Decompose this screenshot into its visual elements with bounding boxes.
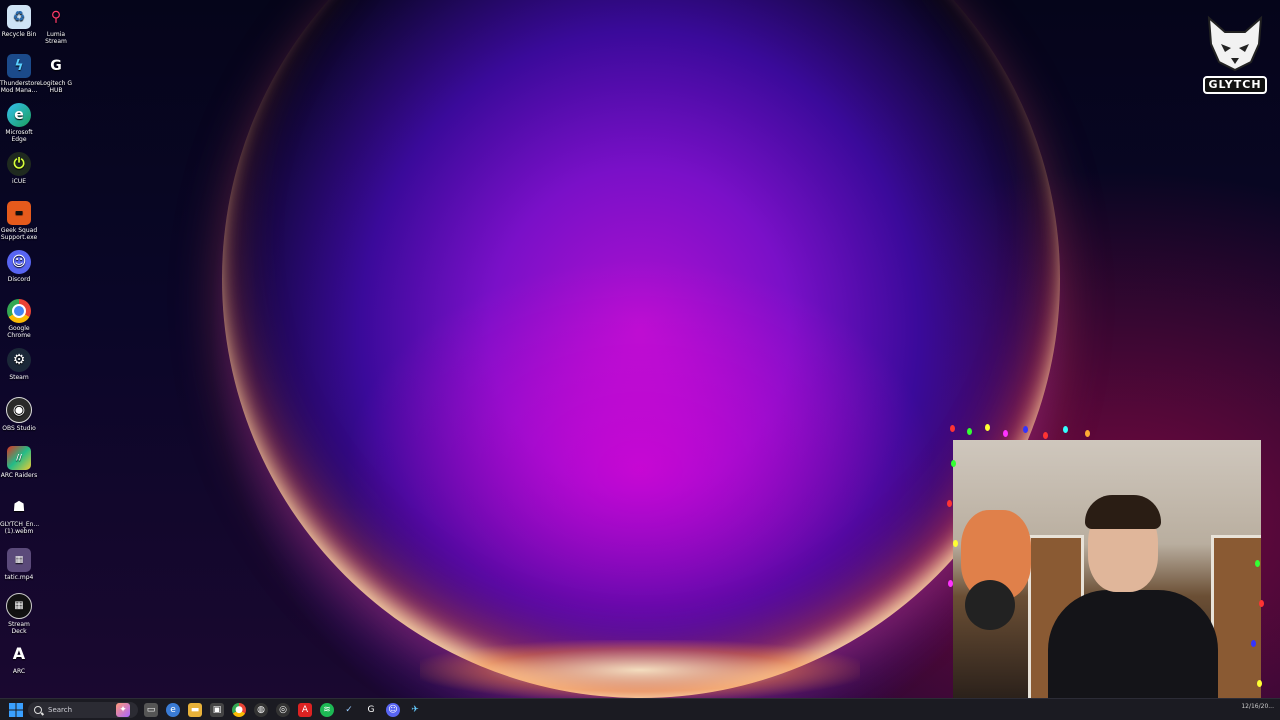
desktop-icon-label: Lumia Stream: [45, 31, 67, 45]
folder-icon[interactable]: ▬: [188, 703, 202, 717]
webcam-overlay: [953, 440, 1261, 700]
desktop-icon-chrome[interactable]: Google Chrome: [0, 299, 38, 339]
desktop-icon-recycle-bin[interactable]: ♻ Recycle Bin: [0, 5, 38, 38]
search-icon: [34, 706, 42, 714]
desktop-icon-label: Thunderstore Mod Mana...: [0, 80, 41, 94]
desktop-icon-label: Google Chrome: [7, 325, 31, 339]
desktop-icon-geek-squad[interactable]: ▬ Geek Squad Support.exe: [0, 201, 38, 241]
store-icon[interactable]: ▣: [210, 703, 224, 717]
desktop-icon-arc-raiders[interactable]: // ARC Raiders: [0, 446, 38, 479]
steam-icon: ⚙: [7, 348, 31, 372]
discord-icon: ☺: [7, 250, 31, 274]
desktop-icon-steam[interactable]: ⚙ Steam: [0, 348, 38, 381]
logitech-g-hub-icon: G: [50, 58, 62, 74]
chrome-taskbar-icon[interactable]: ●: [232, 703, 246, 717]
logo-wordmark: GLYTCH: [1203, 76, 1267, 94]
desktop-icon-thunderstore[interactable]: ϟ Thunderstore Mod Mana...: [0, 54, 41, 94]
app-icon-3[interactable]: ✈: [408, 703, 422, 717]
desktop-icon-label: Microsoft Edge: [5, 129, 33, 143]
recycle-bin-icon: ♻: [7, 5, 31, 29]
taskbar: Search ✦ ▭ e ▬ ▣ ● ◍ ◎ A ≋ ✓ G ☺ ✈ 12/16…: [0, 698, 1280, 720]
desktop-icon-label: GLYTCH_En... (1).webm: [0, 521, 40, 535]
steam-taskbar-icon[interactable]: ✓: [342, 703, 356, 717]
edge-taskbar-icon[interactable]: e: [166, 703, 180, 717]
desktop-icon-lumia-stream[interactable]: ⚲ Lumia Stream: [37, 5, 75, 45]
thunderstore-icon: ϟ: [7, 54, 31, 78]
edge-icon: e: [7, 103, 31, 127]
desktop-icon-edge[interactable]: e Microsoft Edge: [0, 103, 38, 143]
fox-mascot-icon: [1207, 15, 1263, 72]
icue-icon: ⏻: [7, 152, 31, 176]
desktop-icon-label: ARC: [12, 668, 26, 675]
copilot-icon[interactable]: ✦: [116, 703, 130, 717]
stream-logo: GLYTCH: [1203, 14, 1267, 98]
chrome-icon: [7, 299, 31, 323]
geek-squad-icon: ▬: [7, 201, 31, 225]
logitech-icon[interactable]: G: [364, 703, 378, 717]
system-tray: 12/16/20...: [1204, 701, 1274, 719]
taskbar-clock-date[interactable]: 12/16/20...: [1241, 703, 1274, 710]
windows-start-icon[interactable]: [9, 703, 23, 717]
mp4-file-icon: ▦: [7, 548, 31, 572]
app-icon-2[interactable]: ◎: [276, 703, 290, 717]
desktop-icon-stream-deck[interactable]: ▦ Stream Deck: [0, 593, 38, 635]
arc-icon: A: [12, 644, 26, 663]
desktop-icon-label: tatic.mp4: [4, 574, 34, 581]
app-icon[interactable]: ◍: [254, 703, 268, 717]
webcam-background-door: [1211, 535, 1261, 700]
discord-taskbar-icon[interactable]: ☺: [386, 703, 400, 717]
arc-raiders-icon: //: [7, 446, 31, 470]
spotify-icon[interactable]: ≋: [320, 703, 334, 717]
arc-raiders-taskbar-icon[interactable]: A: [298, 703, 312, 717]
desktop-icon-arc[interactable]: A ARC: [0, 642, 38, 675]
lumia-stream-icon: ⚲: [50, 9, 62, 25]
desktop-icon-label: Discord: [7, 276, 31, 283]
webcam-streamer-body: [1048, 590, 1218, 700]
desktop-icon-label: OBS Studio: [2, 425, 36, 432]
desktop-icon-discord[interactable]: ☺ Discord: [0, 250, 38, 283]
desktop-icon-logitech-g-hub[interactable]: G Logitech G HUB: [37, 54, 75, 94]
desktop-icon-label: Steam: [9, 374, 29, 381]
desktop-icon-label: Recycle Bin: [1, 31, 37, 38]
webm-file-icon: ☗: [12, 499, 26, 515]
desktop-icon-label: ARC Raiders: [0, 472, 38, 479]
webcam-microphone: [965, 580, 1015, 630]
obs-icon: ◉: [6, 397, 32, 423]
stream-deck-icon: ▦: [6, 593, 32, 619]
task-view-icon[interactable]: ▭: [144, 703, 158, 717]
desktop-icon-label: Stream Deck: [8, 621, 30, 635]
search-placeholder: Search: [48, 706, 73, 714]
webcam-streamer-hair: [1085, 495, 1161, 529]
desktop-icon-obs[interactable]: ◉ OBS Studio: [0, 397, 38, 432]
desktop-icon-webm-file[interactable]: ☗ GLYTCH_En... (1).webm: [0, 495, 40, 535]
desktop-icon-mp4-file[interactable]: ▦ tatic.mp4: [0, 548, 38, 581]
desktop-icon-label: iCUE: [11, 178, 27, 185]
desktop-icon-label: Geek Squad Support.exe: [0, 227, 38, 241]
desktop-icon-label: Logitech G HUB: [39, 80, 73, 94]
desktop-icon-icue[interactable]: ⏻ iCUE: [0, 152, 38, 185]
